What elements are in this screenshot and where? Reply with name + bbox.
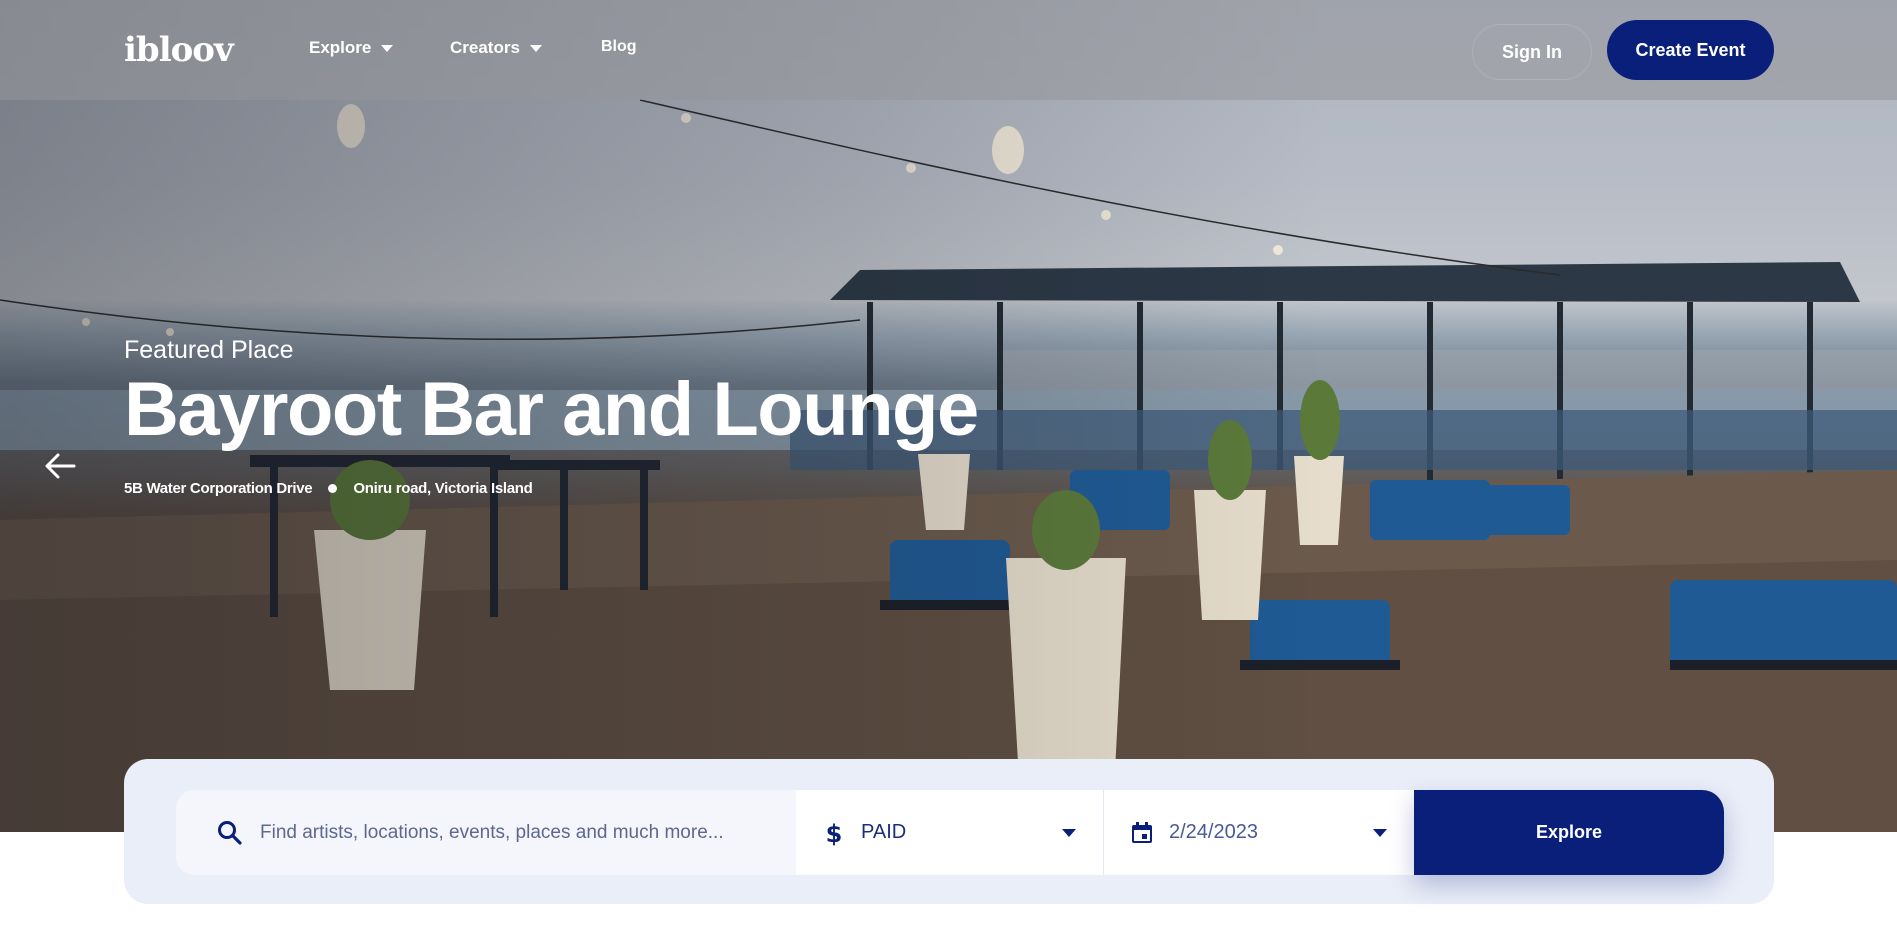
- address-line-1: 5B Water Corporation Drive: [124, 480, 313, 497]
- explore-button[interactable]: Explore: [1414, 790, 1724, 875]
- date-select[interactable]: 2/24/2023: [1104, 790, 1414, 875]
- dollar-icon: $: [826, 820, 843, 846]
- chevron-down-icon: [1062, 828, 1076, 837]
- chevron-down-icon: [529, 44, 542, 52]
- search-field[interactable]: [176, 790, 796, 875]
- hero-banner: ibloov Explore Creators Blog Sign In Cre…: [0, 0, 1897, 832]
- nav-explore[interactable]: Explore: [309, 38, 394, 58]
- create-event-button[interactable]: Create Event: [1607, 20, 1774, 80]
- address-line-2: Oniru road, Victoria Island: [353, 480, 533, 497]
- search-input[interactable]: [260, 821, 780, 844]
- featured-eyebrow: Featured Place: [124, 336, 294, 364]
- nav-creators[interactable]: Creators: [450, 38, 542, 58]
- nav-blog-label: Blog: [601, 38, 637, 55]
- nav-explore-label: Explore: [309, 38, 372, 57]
- svg-text:$: $: [826, 820, 843, 846]
- chevron-down-icon: [1373, 828, 1387, 837]
- search-icon: [218, 820, 242, 845]
- nav-blog[interactable]: Blog: [601, 38, 637, 56]
- calendar-icon: [1132, 821, 1152, 843]
- chevron-down-icon: [381, 44, 394, 52]
- nav-creators-label: Creators: [450, 38, 520, 57]
- separator-dot: [328, 484, 338, 493]
- top-navbar: ibloov Explore Creators Blog Sign In Cre…: [0, 0, 1897, 100]
- price-select[interactable]: $ PAID: [796, 790, 1104, 875]
- page: ibloov Explore Creators Blog Sign In Cre…: [0, 0, 1897, 927]
- price-select-value: PAID: [861, 821, 907, 843]
- date-select-value: 2/24/2023: [1169, 821, 1258, 843]
- venue-address: 5B Water Corporation Drive Oniru road, V…: [124, 480, 533, 497]
- arrow-left-icon[interactable]: [44, 452, 76, 480]
- brand-logo[interactable]: ibloov: [124, 30, 234, 70]
- sign-in-button[interactable]: Sign In: [1472, 24, 1592, 80]
- search-panel: $ PAID 2/24/2023 Explore: [124, 759, 1774, 904]
- page-title: Bayroot Bar and Lounge: [124, 367, 979, 452]
